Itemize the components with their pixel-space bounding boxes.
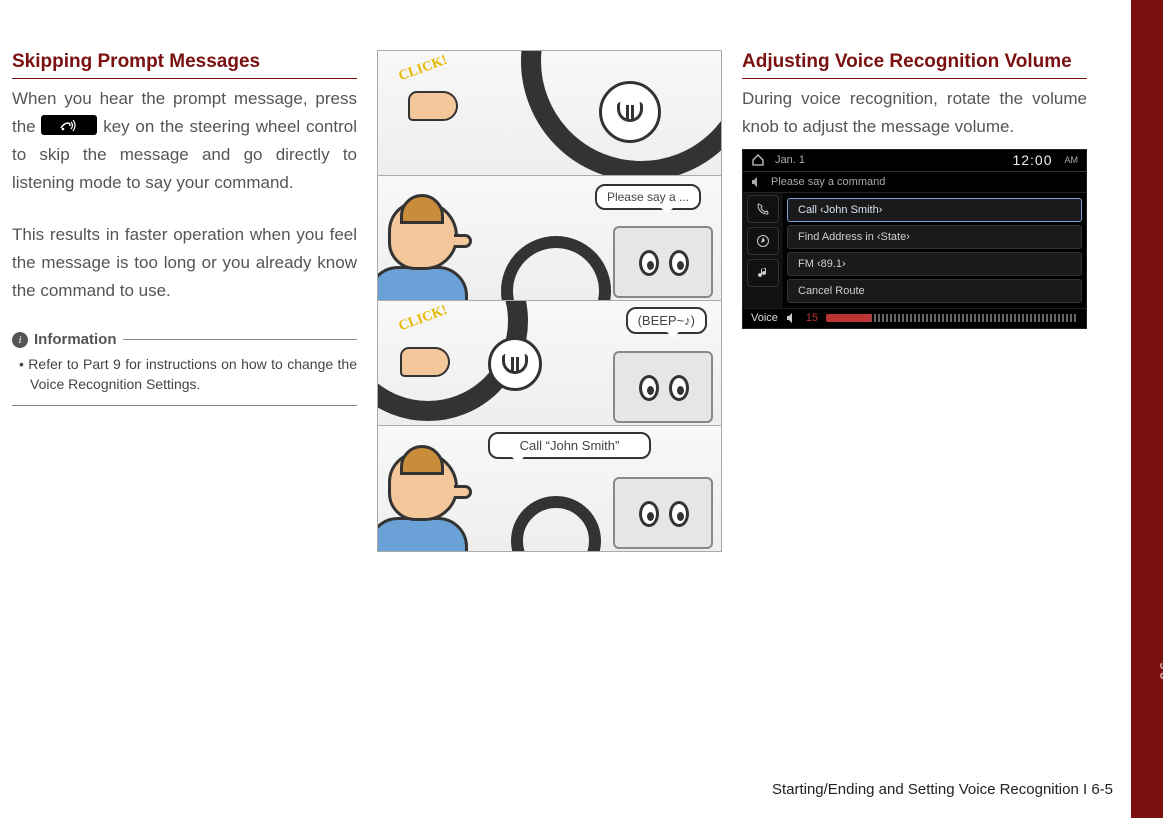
information-bullet: Refer to Part 9 for instructions on how … bbox=[12, 354, 357, 395]
paragraph-skip-2: This results in faster operation when yo… bbox=[12, 221, 357, 305]
steering-wheel bbox=[511, 496, 601, 551]
section-title-volume: Adjusting Voice Recognition Volume bbox=[742, 50, 1087, 79]
speaker-icon bbox=[751, 176, 763, 188]
page-footer: Starting/Ending and Setting Voice Recogn… bbox=[772, 781, 1113, 798]
list-item: FM ‹89.1› bbox=[787, 252, 1082, 276]
divider bbox=[123, 339, 358, 340]
wheel-voice-icon bbox=[488, 337, 542, 391]
chapter-side-tab: 06 bbox=[1131, 0, 1163, 818]
phone-icon bbox=[747, 195, 779, 223]
comic-panel-1: CLICK! bbox=[378, 51, 721, 176]
column-middle: CLICK! Please say a ... CLICK! (BEEP~♪) bbox=[377, 50, 722, 552]
column-right: Adjusting Voice Recognition Volume Durin… bbox=[742, 50, 1087, 552]
voice-key-icon bbox=[41, 115, 97, 135]
voice-label: Voice bbox=[751, 312, 778, 324]
thumb-press bbox=[408, 91, 458, 121]
information-label: Information bbox=[34, 331, 117, 348]
screen-date: Jan. 1 bbox=[775, 154, 1002, 166]
speaker-icon bbox=[786, 312, 798, 324]
paragraph-skip-1: When you hear the prompt message, press … bbox=[12, 85, 357, 197]
screen-side-icons bbox=[743, 193, 783, 308]
screen-bottom-bar: Voice 15 bbox=[743, 308, 1086, 328]
chapter-number: 06 bbox=[1157, 660, 1163, 680]
driver bbox=[378, 200, 488, 301]
column-left: Skipping Prompt Messages When you hear t… bbox=[12, 50, 357, 552]
paragraph-volume: During voice recognition, rotate the vol… bbox=[742, 85, 1087, 141]
divider bbox=[12, 405, 357, 406]
speech-bubble-command: Call “John Smith” bbox=[488, 432, 651, 459]
compass-icon bbox=[747, 227, 779, 255]
dashboard-face bbox=[613, 226, 713, 298]
steering-wheel bbox=[501, 236, 611, 301]
home-icon bbox=[751, 153, 765, 167]
speech-bubble-prompt: Please say a ... bbox=[595, 184, 701, 210]
screen-time: 12:00 bbox=[1012, 152, 1052, 168]
driver bbox=[378, 451, 488, 551]
info-icon: i bbox=[12, 332, 28, 348]
speech-bubble-beep: (BEEP~♪) bbox=[626, 307, 707, 334]
screen-body: Call ‹John Smith› Find Address in ‹State… bbox=[743, 193, 1086, 308]
list-item: Cancel Route bbox=[787, 279, 1082, 303]
information-header: i Information bbox=[12, 331, 357, 348]
list-item: Find Address in ‹State› bbox=[787, 225, 1082, 249]
screen-prompt-text: Please say a command bbox=[771, 176, 885, 188]
wheel-voice-icon bbox=[599, 81, 661, 143]
list-item: Call ‹John Smith› bbox=[787, 198, 1082, 222]
dashboard-face bbox=[613, 477, 713, 549]
volume-value: 15 bbox=[806, 312, 818, 324]
click-text: CLICK! bbox=[397, 53, 450, 85]
comic-illustration: CLICK! Please say a ... CLICK! (BEEP~♪) bbox=[377, 50, 722, 552]
dashboard-face bbox=[613, 351, 713, 423]
music-icon bbox=[747, 259, 779, 287]
screen-status-bar: Jan. 1 12:00 AM bbox=[743, 150, 1086, 172]
comic-panel-3: CLICK! (BEEP~♪) bbox=[378, 301, 721, 426]
screen-command-list: Call ‹John Smith› Find Address in ‹State… bbox=[783, 193, 1086, 308]
comic-panel-2: Please say a ... bbox=[378, 176, 721, 301]
screen-ampm: AM bbox=[1065, 155, 1079, 165]
infotainment-screenshot: Jan. 1 12:00 AM Please say a command Cal… bbox=[742, 149, 1087, 329]
screen-prompt-row: Please say a command bbox=[743, 172, 1086, 193]
comic-panel-4: Call “John Smith” bbox=[378, 426, 721, 551]
volume-bar bbox=[826, 314, 1078, 322]
section-title-skipping: Skipping Prompt Messages bbox=[12, 50, 357, 79]
page-columns: Skipping Prompt Messages When you hear t… bbox=[0, 0, 1163, 552]
